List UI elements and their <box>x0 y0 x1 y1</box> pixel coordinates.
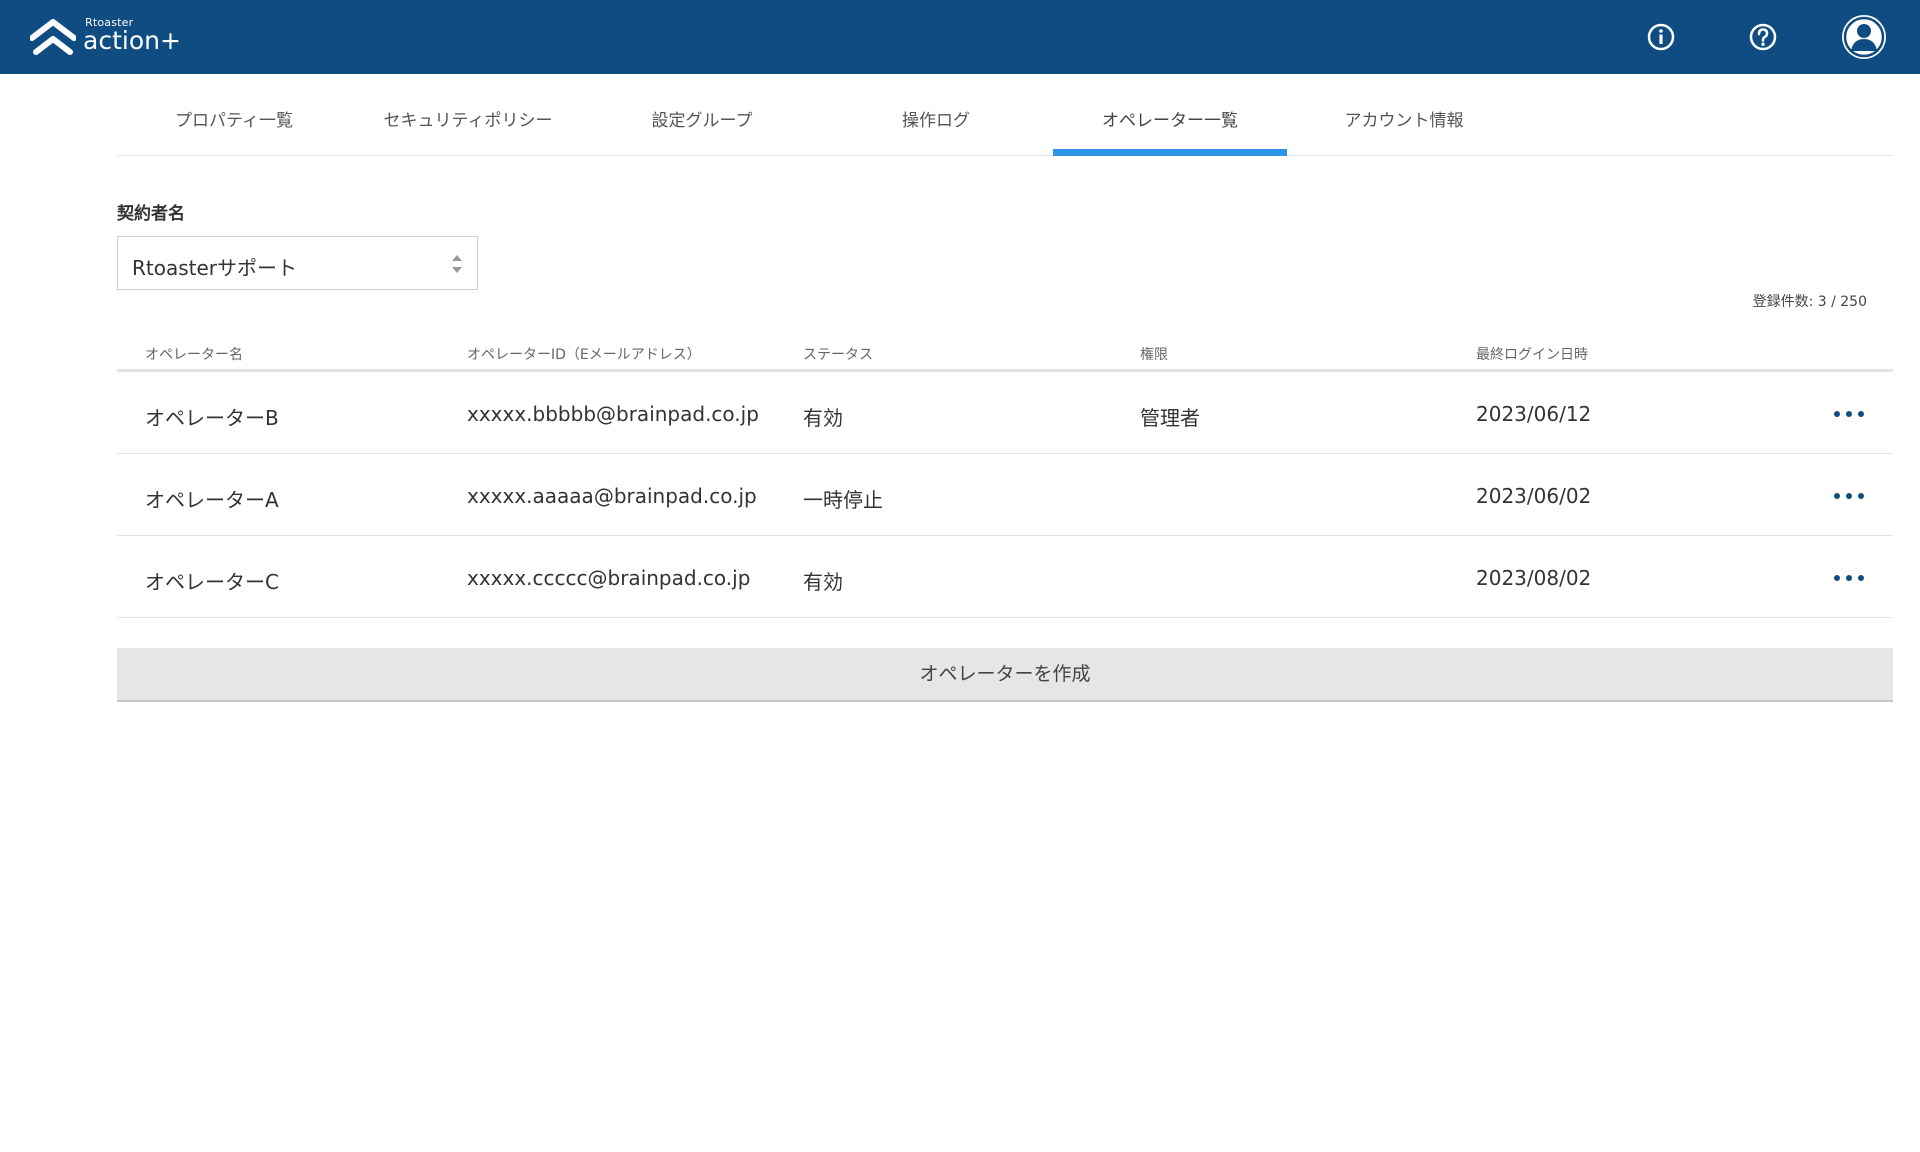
more-options-icon[interactable] <box>1833 402 1865 424</box>
contract-select[interactable]: Rtoasterサポート <box>117 236 478 290</box>
operator-id: xxxxx.ccccc@brainpad.co.jp <box>467 566 751 590</box>
logo[interactable]: Rtoaster action+ <box>30 16 190 60</box>
operator-last-login: 2023/08/02 <box>1476 566 1592 590</box>
operator-last-login: 2023/06/02 <box>1476 484 1592 508</box>
tab-account-info[interactable]: アカウント情報 <box>1287 100 1521 156</box>
operator-table: オペレーター名 オペレーターID（Eメールアドレス） ステータス 権限 最終ログ… <box>117 336 1893 618</box>
operator-name: オペレーターC <box>145 570 279 594</box>
tab-property-list[interactable]: プロパティ一覧 <box>117 100 351 156</box>
table-row[interactable]: オペレーターA xxxxx.aaaaa@brainpad.co.jp 一時停止 … <box>117 454 1893 536</box>
operator-id: xxxxx.bbbbb@brainpad.co.jp <box>467 402 759 426</box>
tab-security-policy[interactable]: セキュリティポリシー <box>351 100 585 156</box>
table-row[interactable]: オペレーターC xxxxx.ccccc@brainpad.co.jp 有効 20… <box>117 536 1893 618</box>
operator-name: オペレーターB <box>145 406 279 430</box>
contract-name-label: 契約者名 <box>117 204 185 224</box>
help-icon[interactable] <box>1745 19 1781 55</box>
info-icon[interactable] <box>1643 19 1679 55</box>
operator-status: 有効 <box>803 570 843 594</box>
table-row[interactable]: オペレーターB xxxxx.bbbbb@brainpad.co.jp 有効 管理… <box>117 372 1893 454</box>
operator-status: 一時停止 <box>803 488 883 512</box>
operator-last-login: 2023/06/12 <box>1476 402 1592 426</box>
operator-role: 管理者 <box>1140 406 1200 430</box>
create-operator-button[interactable]: オペレーターを作成 <box>117 648 1893 702</box>
more-options-icon[interactable] <box>1833 566 1865 588</box>
tab-settings-group[interactable]: 設定グループ <box>585 100 819 156</box>
user-avatar-icon[interactable] <box>1840 13 1888 61</box>
tab-operation-log[interactable]: 操作ログ <box>819 100 1053 156</box>
more-options-icon[interactable] <box>1833 484 1865 506</box>
logo-product-name: action+ <box>83 26 181 55</box>
registered-count: 登録件数: 3 / 250 <box>1752 294 1867 310</box>
contract-select-value: Rtoasterサポート <box>132 256 298 280</box>
header-operator-name[interactable]: オペレーター名 <box>145 344 243 364</box>
operator-name: オペレーターA <box>145 488 279 512</box>
operator-id: xxxxx.aaaaa@brainpad.co.jp <box>467 484 757 508</box>
header-operator-id[interactable]: オペレーターID（Eメールアドレス） <box>467 344 701 364</box>
logo-chevron-icon <box>30 19 76 55</box>
app-header: Rtoaster action+ <box>0 0 1920 74</box>
tab-operator-list[interactable]: オペレーター一覧 <box>1053 100 1287 156</box>
table-header: オペレーター名 オペレーターID（Eメールアドレス） ステータス 権限 最終ログ… <box>117 336 1893 372</box>
header-last-login[interactable]: 最終ログイン日時 <box>1476 344 1588 364</box>
operator-status: 有効 <box>803 406 843 430</box>
header-status[interactable]: ステータス <box>803 344 873 364</box>
tab-bar: プロパティ一覧 セキュリティポリシー 設定グループ 操作ログ オペレーター一覧 … <box>117 100 1893 156</box>
select-arrows-icon <box>452 255 462 273</box>
header-role[interactable]: 権限 <box>1140 344 1168 364</box>
